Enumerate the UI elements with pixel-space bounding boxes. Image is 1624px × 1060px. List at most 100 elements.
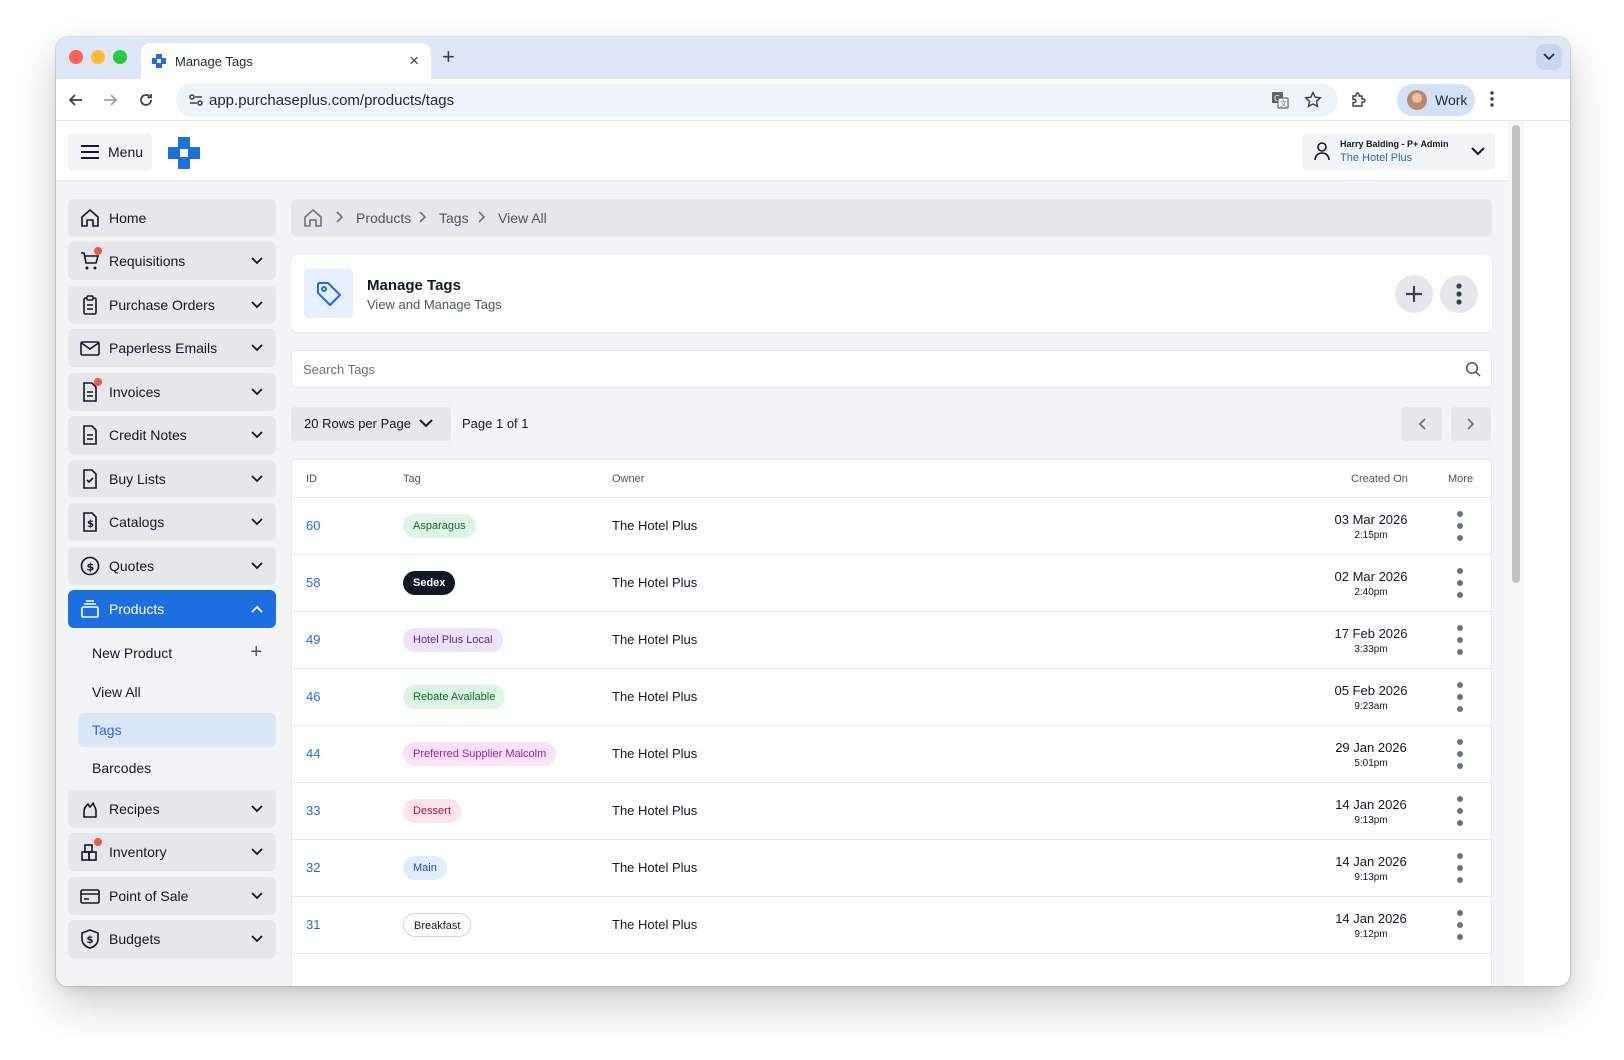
bookmark-star-icon[interactable] [1304, 91, 1322, 109]
close-window-button[interactable] [69, 50, 83, 64]
sidebar-item-buy-lists[interactable]: Buy Lists [68, 460, 276, 498]
search-icon[interactable] [1465, 361, 1481, 377]
table-row[interactable]: 44 Preferred Supplier Malcolm The Hotel Pl… [292, 726, 1491, 783]
tag-pill[interactable]: Dessert [403, 799, 461, 823]
sidebar-item-point-of-sale[interactable]: Point of Sale [68, 877, 276, 915]
sidebar-item-products[interactable]: Products [68, 590, 276, 628]
tag-id-link[interactable]: 60 [306, 518, 320, 533]
user-account-menu[interactable]: Harry Balding - P+ Admin The Hotel Plus [1302, 133, 1495, 170]
forward-button[interactable] [100, 90, 120, 110]
chevron-down-icon [251, 431, 263, 439]
rows-per-page-select[interactable]: 20 Rows per Page [291, 407, 451, 441]
more-vertical-icon[interactable] [1452, 511, 1468, 541]
chevron-down-icon [251, 848, 263, 856]
sidebar-item-invoices[interactable]: Invoices [68, 373, 276, 411]
more-vertical-icon[interactable] [1452, 625, 1468, 655]
sidebar-item-label: Recipes [109, 801, 160, 817]
breadcrumb-tags[interactable]: Tags [439, 210, 469, 226]
profile-label: Work [1435, 92, 1468, 108]
sidebar-item-home[interactable]: Home [68, 199, 276, 237]
chevron-down-icon [251, 935, 263, 943]
tab-close-icon[interactable]: × [409, 52, 419, 70]
sidebar-item-quotes[interactable]: $ Quotes [68, 547, 276, 585]
next-page-button[interactable] [1451, 407, 1491, 441]
more-vertical-icon[interactable] [1452, 568, 1468, 598]
purchaseplus-logo[interactable] [166, 135, 202, 171]
table-row[interactable]: 46 Rebate Available The Hotel Plus 05 Feb 2… [292, 669, 1491, 726]
tag-pill[interactable]: Asparagus [403, 514, 476, 538]
sub-item-barcodes[interactable]: Barcodes [78, 751, 276, 785]
sidebar-item-budgets[interactable]: $ Budgets [68, 920, 276, 958]
previous-page-button[interactable] [1402, 407, 1442, 441]
created-date: 05 Feb 2026 [1334, 683, 1408, 698]
tag-pill[interactable]: Hotel Plus Local [403, 628, 503, 652]
sub-item-tags[interactable]: Tags [78, 713, 276, 747]
address-bar[interactable]: app.purchaseplus.com/products/tags G 文 [176, 83, 1338, 117]
created-time: 9:13pm [1354, 872, 1388, 883]
tag-id-link[interactable]: 31 [306, 917, 320, 932]
back-button[interactable] [66, 90, 86, 110]
tag-id-link[interactable]: 58 [306, 575, 320, 590]
site-settings-icon [189, 94, 203, 106]
hamburger-icon [81, 145, 99, 159]
more-vertical-icon[interactable] [1452, 796, 1468, 826]
tag-id-link[interactable]: 46 [306, 689, 320, 704]
tag-pill[interactable]: Preferred Supplier Malcolm [403, 742, 557, 766]
sidebar-item-recipes[interactable]: Recipes [68, 790, 276, 828]
more-vertical-icon[interactable] [1452, 910, 1468, 940]
menu-button[interactable]: Menu [68, 133, 152, 171]
home-icon[interactable] [303, 208, 323, 228]
table-row[interactable]: 49 Hotel Plus Local The Hotel Plus 17 Feb 2… [292, 612, 1491, 669]
alert-dot [94, 378, 102, 386]
sidebar-item-requisitions[interactable]: Requisitions [68, 242, 276, 280]
tag-id-link[interactable]: 49 [306, 632, 320, 647]
tab-search-button[interactable] [1536, 44, 1562, 70]
svg-text:$: $ [87, 519, 94, 530]
search-input[interactable] [292, 351, 1442, 387]
tag-pill[interactable]: Rebate Available [403, 685, 506, 709]
sidebar-item-purchase-orders[interactable]: Purchase Orders [68, 286, 276, 324]
more-vertical-icon[interactable] [1452, 853, 1468, 883]
table-row[interactable]: 58 Sedex The Hotel Plus 02 Mar 2026 2:40pm [292, 555, 1491, 612]
scrollbar-thumb[interactable] [1512, 125, 1520, 583]
owner-cell: The Hotel Plus [612, 746, 698, 761]
tab-title: Manage Tags [175, 54, 253, 69]
breadcrumb-products[interactable]: Products [356, 210, 411, 226]
page-more-button[interactable] [1440, 275, 1478, 313]
table-row[interactable]: 60 Asparagus The Hotel Plus 03 Mar 2026 2:15… [292, 498, 1491, 555]
browser-tab[interactable]: Manage Tags × [141, 43, 431, 79]
new-tab-icon[interactable]: + [442, 45, 455, 69]
tag-pill[interactable]: Breakfast [403, 913, 472, 937]
app-header: Menu Harry Balding - P+ Admin The Hotel … [56, 121, 1508, 181]
tag-id-link[interactable]: 32 [306, 860, 320, 875]
tag-pill[interactable]: Sedex [403, 571, 456, 595]
sub-item-new-product[interactable]: New Product + [78, 636, 276, 670]
minimize-window-button[interactable] [91, 50, 105, 64]
browser-menu-icon[interactable] [1489, 89, 1495, 109]
profile-button[interactable]: Work [1397, 84, 1475, 116]
more-vertical-icon [1456, 283, 1462, 305]
maximize-window-button[interactable] [113, 50, 127, 64]
created-time: 2:15pm [1354, 530, 1388, 541]
sidebar-item-label: Purchase Orders [109, 297, 215, 313]
table-row[interactable]: 33 Dessert The Hotel Plus 14 Jan 2026 9:13pm [292, 783, 1491, 840]
sidebar-item-catalogs[interactable]: $ Catalogs [68, 503, 276, 541]
sidebar-item-paperless-emails[interactable]: Paperless Emails [68, 329, 276, 367]
purchaseplus-favicon-icon [152, 54, 166, 68]
tag-id-link[interactable]: 44 [306, 746, 320, 761]
add-tag-button[interactable] [1395, 275, 1433, 313]
tag-id-link[interactable]: 33 [306, 803, 320, 818]
sidebar-item-credit-notes[interactable]: Credit Notes [68, 416, 276, 454]
tag-pill[interactable]: Main [403, 856, 447, 880]
more-vertical-icon[interactable] [1452, 739, 1468, 769]
extensions-puzzle-icon[interactable] [1350, 91, 1368, 109]
translate-icon[interactable]: G 文 [1271, 91, 1289, 109]
sidebar-item-inventory[interactable]: Inventory [68, 833, 276, 871]
table-row[interactable]: 31 Breakfast The Hotel Plus 14 Jan 2026 9:12… [292, 897, 1491, 954]
sub-item-view-all[interactable]: View All [78, 675, 276, 709]
more-vertical-icon[interactable] [1452, 682, 1468, 712]
checklist-icon [83, 469, 97, 489]
table-row[interactable]: 32 Main The Hotel Plus 14 Jan 2026 9:13pm [292, 840, 1491, 897]
arrow-right-icon [104, 94, 118, 106]
reload-button[interactable] [136, 90, 156, 110]
